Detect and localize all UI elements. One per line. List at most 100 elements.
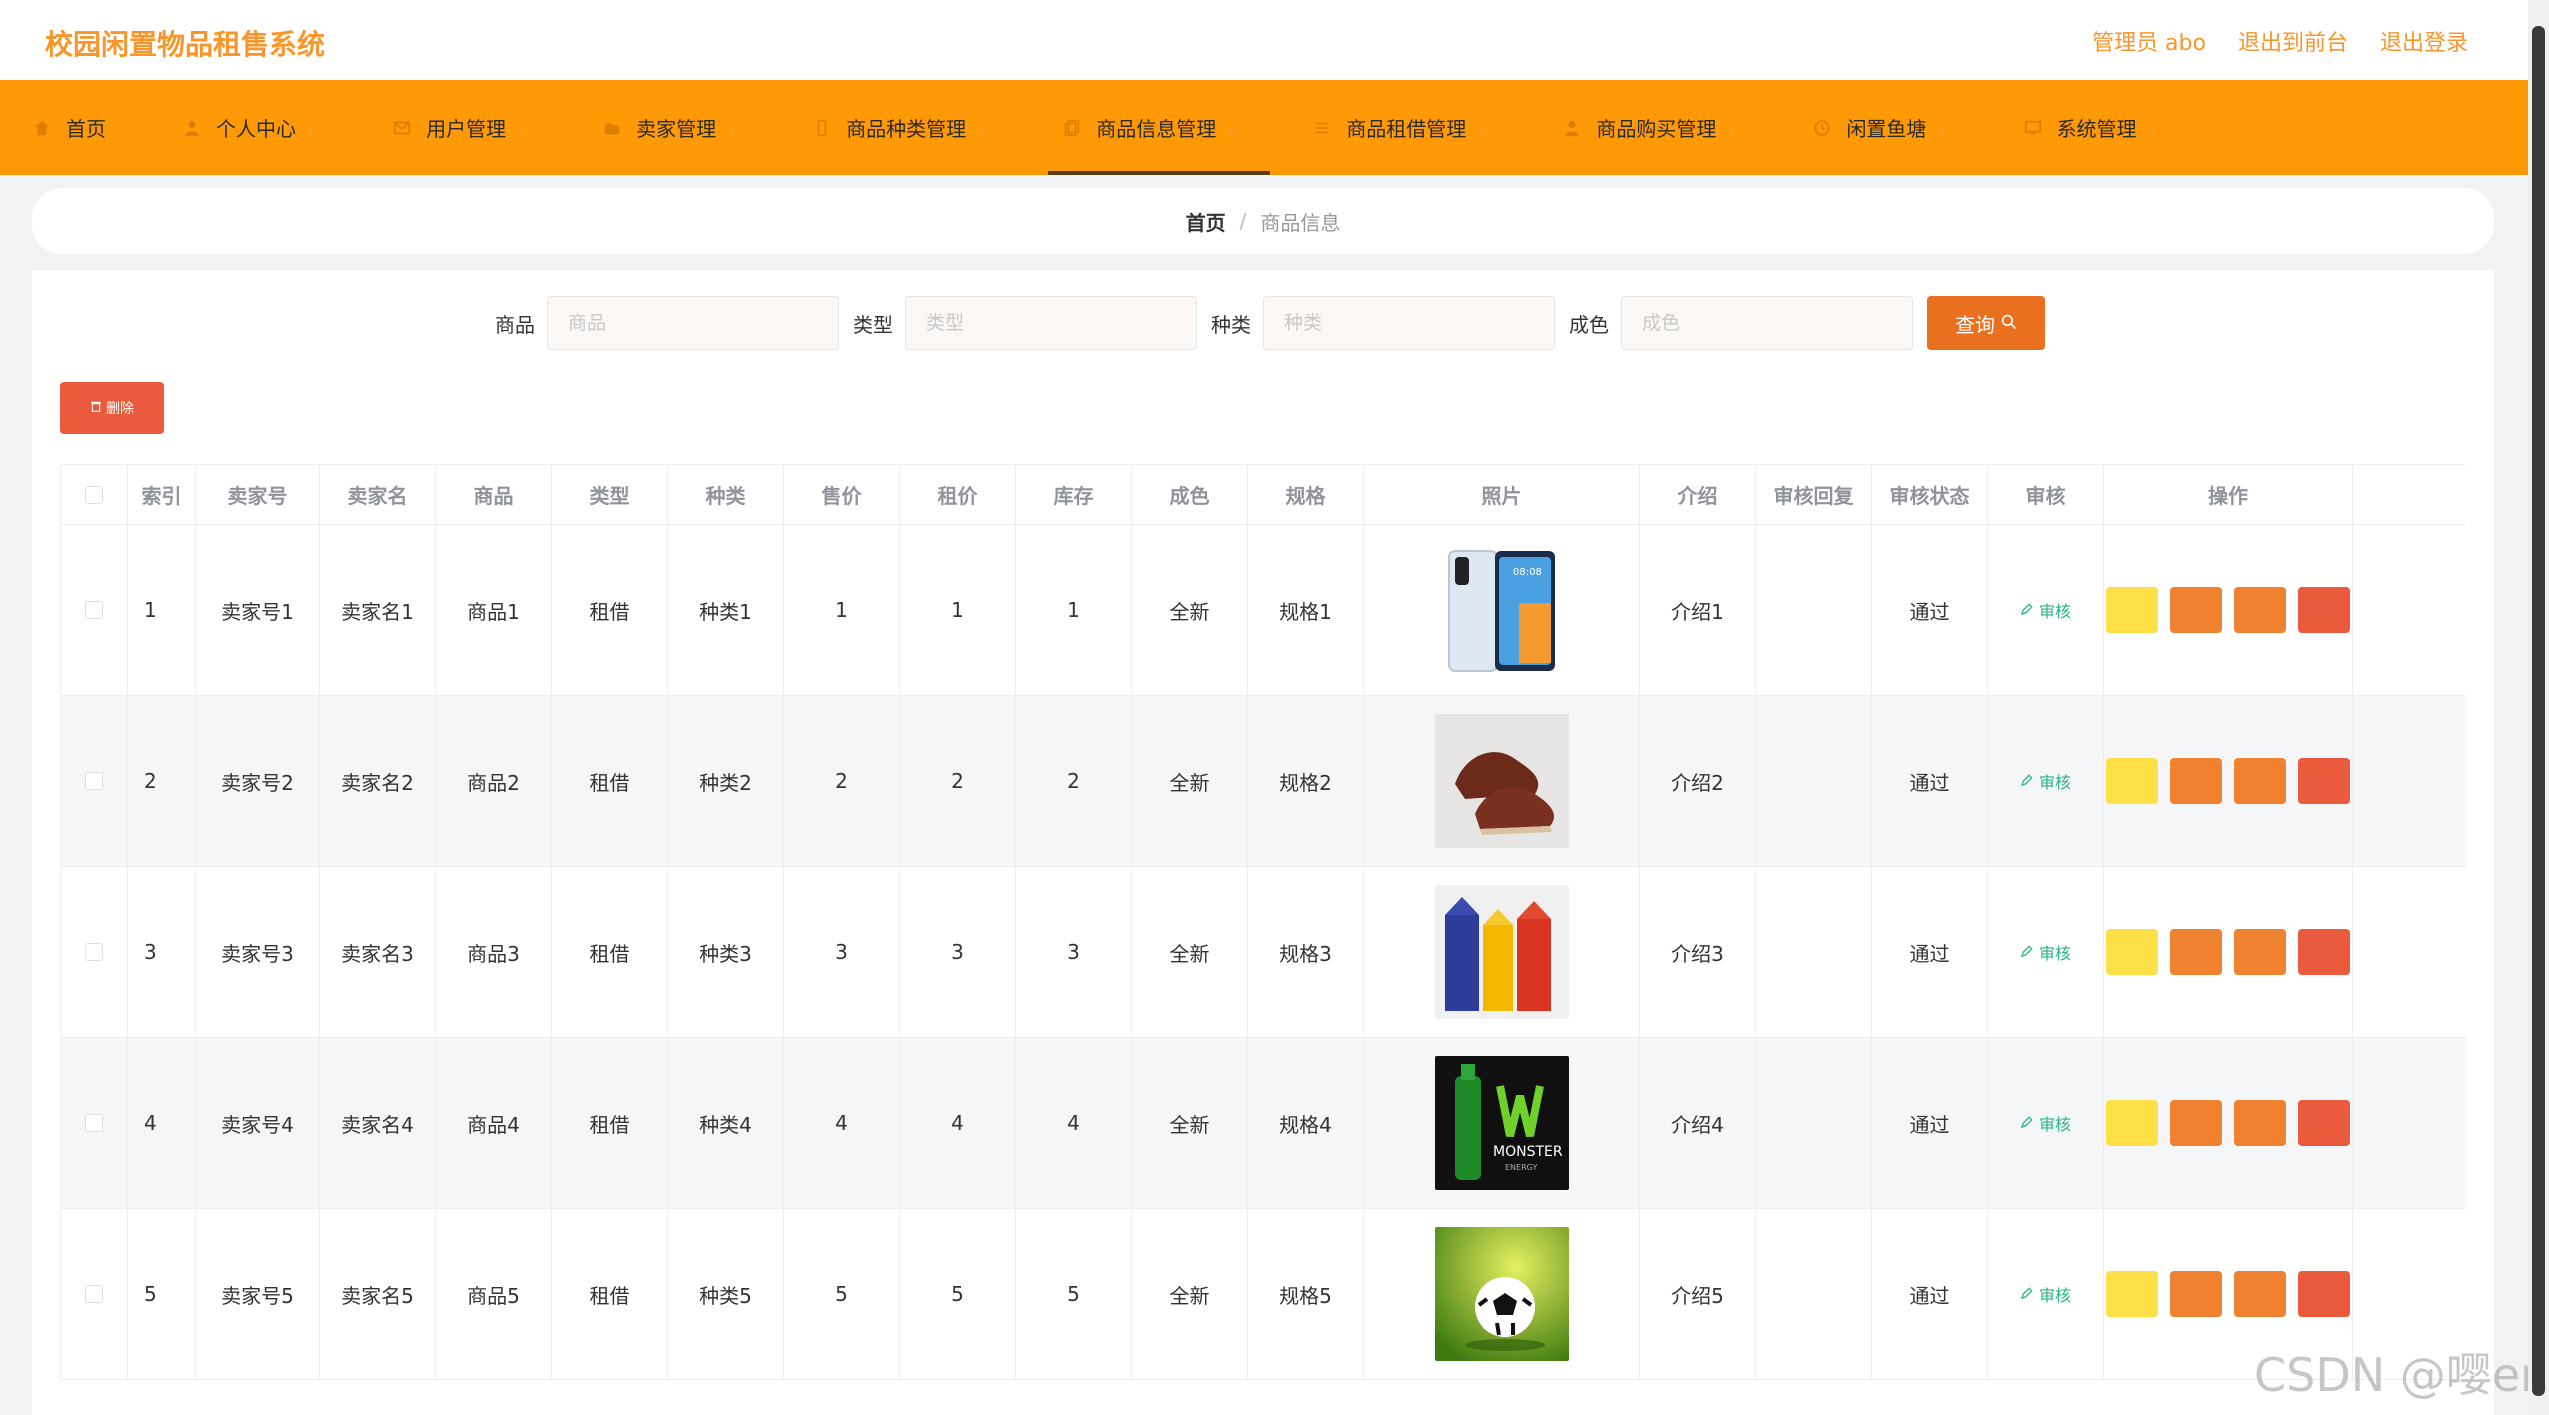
column-header: 成色	[1132, 465, 1248, 524]
nav-item-sellers[interactable]: 卖家管理 ⌄	[588, 80, 770, 175]
admin-user-link[interactable]: 管理员 abo	[2092, 25, 2206, 57]
detail-button[interactable]	[2106, 1100, 2158, 1146]
row-delete-button[interactable]	[2298, 929, 2350, 975]
audit-link[interactable]: 审核	[2020, 769, 2071, 793]
product-search-input[interactable]	[547, 296, 839, 350]
audit-link[interactable]: 审核	[2020, 598, 2071, 622]
audit-label: 审核	[2038, 1115, 2071, 1134]
nav-item-idle-pond[interactable]: 闲置鱼塘 ⌄	[1798, 80, 1980, 175]
select-all-checkbox[interactable]	[85, 485, 103, 504]
select-all-cell	[60, 465, 128, 524]
nav-item-categories[interactable]: 商品种类管理 ⌄	[798, 80, 1020, 175]
cell-product: 商品4	[436, 1038, 552, 1208]
watermark: CSDN @嘤er	[2254, 1348, 2539, 1402]
cell-intro: 介绍2	[1640, 696, 1756, 866]
row-checkbox[interactable]	[85, 1114, 103, 1132]
cell-intro: 介绍1	[1640, 525, 1756, 695]
kind-search-input[interactable]	[1263, 296, 1555, 350]
cell-status: 通过	[1872, 1209, 1988, 1379]
exit-to-front-link[interactable]: 退出到前台	[2238, 25, 2348, 57]
detail-button[interactable]	[2106, 758, 2158, 804]
column-header: 类型	[552, 465, 668, 524]
cell-stock: 4	[1016, 1038, 1132, 1208]
cell-condition: 全新	[1132, 1038, 1248, 1208]
column-header: 审核回复	[1756, 465, 1872, 524]
column-header: 库存	[1016, 465, 1132, 524]
row-checkbox[interactable]	[85, 1285, 103, 1303]
action-button[interactable]	[2234, 1100, 2286, 1146]
screen-icon	[2023, 118, 2043, 138]
svg-text:08:08: 08:08	[1513, 567, 1542, 578]
row-delete-button[interactable]	[2298, 1100, 2350, 1146]
cell-stock: 1	[1016, 525, 1132, 695]
detail-button[interactable]	[2106, 929, 2158, 975]
search-icon	[2001, 311, 2017, 335]
main-content: 商品 类型 种类 成色 查询 删除 索引卖家号卖家名商品类型种类售价租价库存成色…	[32, 270, 2494, 1415]
breadcrumb-home[interactable]: 首页	[1186, 207, 1226, 236]
condition-search-input[interactable]	[1621, 296, 1913, 350]
row-delete-button[interactable]	[2298, 1271, 2350, 1317]
cell-type: 租借	[552, 1209, 668, 1379]
scrollbar-thumb[interactable]	[2532, 26, 2545, 1396]
cell-spec: 规格5	[1248, 1209, 1364, 1379]
type-search-input[interactable]	[905, 296, 1197, 350]
query-label: 查询	[1955, 312, 1995, 337]
nav-item-home[interactable]: 首页	[18, 80, 140, 175]
audit-link[interactable]: 审核	[2020, 1282, 2071, 1306]
row-delete-button[interactable]	[2298, 758, 2350, 804]
action-button[interactable]	[2234, 1271, 2286, 1317]
operations-cell	[2104, 696, 2353, 866]
chevron-down-icon: ⌄	[1226, 120, 1237, 135]
cell-seller-no: 卖家号5	[196, 1209, 320, 1379]
row-checkbox[interactable]	[85, 943, 103, 961]
nav-item-products[interactable]: 商品信息管理 ⌄	[1048, 80, 1271, 175]
copy-icon	[1062, 118, 1082, 138]
folder-icon	[602, 118, 622, 138]
row-checkbox[interactable]	[85, 601, 103, 619]
delete-button[interactable]: 删除	[60, 382, 164, 434]
cell-product: 商品1	[436, 525, 552, 695]
nav-label: 系统管理	[2056, 117, 2137, 141]
column-header: 商品	[436, 465, 552, 524]
cell-price: 5	[784, 1209, 900, 1379]
chevron-down-icon: ⌄	[306, 120, 317, 135]
audit-cell: 审核	[1988, 1038, 2104, 1208]
chevron-down-icon: ⌄	[1936, 120, 1947, 135]
cell-status: 通过	[1872, 525, 1988, 695]
edit-button[interactable]	[2170, 758, 2222, 804]
edit-button[interactable]	[2170, 1100, 2222, 1146]
edit-icon	[2020, 1114, 2033, 1133]
user-icon	[182, 118, 202, 138]
detail-button[interactable]	[2106, 1271, 2158, 1317]
chevron-down-icon: ⌄	[726, 120, 737, 135]
top-header: 校园闲置物品租售系统 管理员 abo 退出到前台 退出登录	[0, 0, 2528, 80]
nav-item-rentals[interactable]: 商品租借管理 ⌄	[1298, 80, 1520, 175]
logout-link[interactable]: 退出登录	[2380, 25, 2468, 57]
row-delete-button[interactable]	[2298, 587, 2350, 633]
edit-button[interactable]	[2170, 1271, 2222, 1317]
nav-label: 商品购买管理	[1596, 117, 1717, 141]
audit-link[interactable]: 审核	[2020, 940, 2071, 964]
nav-item-purchases[interactable]: 商品购买管理 ⌄	[1548, 80, 1770, 175]
action-button[interactable]	[2234, 929, 2286, 975]
edit-button[interactable]	[2170, 587, 2222, 633]
audit-link[interactable]: 审核	[2020, 1111, 2071, 1135]
cell-seller-no: 卖家号4	[196, 1038, 320, 1208]
row-checkbox[interactable]	[85, 772, 103, 790]
nav-item-system[interactable]: 系统管理 ⌄	[2009, 80, 2191, 175]
nav-item-personal[interactable]: 个人中心 ⌄	[168, 80, 350, 175]
nav-item-users[interactable]: 用户管理 ⌄	[378, 80, 560, 175]
query-button[interactable]: 查询	[1927, 296, 2045, 350]
action-button[interactable]	[2234, 758, 2286, 804]
edit-button[interactable]	[2170, 929, 2222, 975]
chevron-down-icon: ⌄	[976, 120, 987, 135]
cell-intro: 介绍5	[1640, 1209, 1756, 1379]
vertical-scrollbar[interactable]	[2528, 0, 2549, 1415]
cell-seller-name: 卖家名4	[320, 1038, 436, 1208]
detail-button[interactable]	[2106, 587, 2158, 633]
cell-status: 通过	[1872, 1038, 1988, 1208]
cell-reply	[1756, 867, 1872, 1037]
nav-label: 商品种类管理	[846, 117, 967, 141]
table-header: 索引 卖家号 卖家名 商品 类型 种类 售价 租价 库存 成色 规格 照片 介绍 审核回复 审核状态 审核 操作	[60, 465, 2466, 525]
action-button[interactable]	[2234, 587, 2286, 633]
